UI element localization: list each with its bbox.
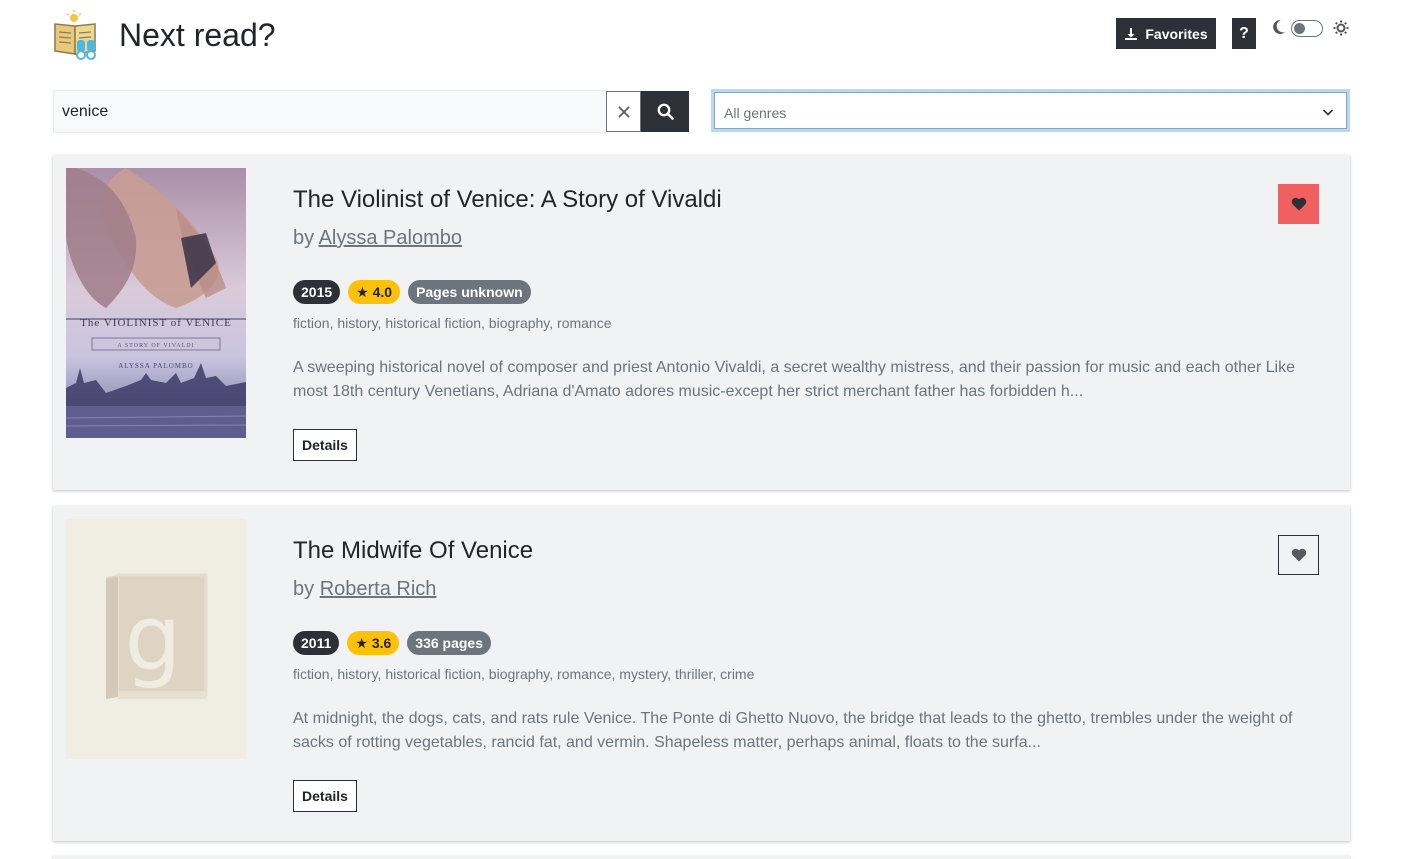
year-badge: 2011 bbox=[293, 631, 340, 655]
pages-badge: Pages unknown bbox=[408, 280, 531, 304]
author-link[interactable]: Alyssa Palombo bbox=[319, 227, 462, 249]
details-button[interactable]: Details bbox=[293, 429, 357, 461]
genre-select[interactable]: All genres bbox=[711, 89, 1350, 132]
download-icon bbox=[1125, 27, 1138, 40]
book-description: At midnight, the dogs, cats, and rats ru… bbox=[293, 710, 1293, 751]
sun-icon bbox=[1333, 20, 1349, 36]
byline-prefix: by bbox=[293, 227, 315, 249]
book-byline: by Alyssa Palombo bbox=[293, 227, 462, 250]
cover-subtitle-text: A STORY OF VIVALDI bbox=[117, 343, 194, 349]
heart-icon bbox=[1291, 548, 1306, 562]
favorite-toggle-button[interactable] bbox=[1278, 184, 1319, 224]
cover-title-text: The VIOLINIST of VENICE bbox=[80, 317, 232, 329]
book-badges: 2011 ★ 3.6 336 pages bbox=[293, 631, 491, 655]
help-button[interactable]: ? bbox=[1232, 18, 1256, 49]
book-cover[interactable]: The VIOLINIST of VENICE A STORY OF VIVAL… bbox=[66, 168, 246, 438]
favorite-toggle-button[interactable] bbox=[1278, 535, 1319, 575]
genre-selected-value: All genres bbox=[724, 105, 787, 121]
rating-badge: ★ 4.0 bbox=[348, 280, 401, 304]
close-icon bbox=[617, 105, 630, 118]
book-card: g The Midwife Of Venice by Roberta Rich … bbox=[53, 506, 1350, 841]
book-genres: fiction, history, historical fiction, bi… bbox=[293, 666, 755, 682]
search-input[interactable] bbox=[53, 90, 607, 133]
pages-badge: 336 pages bbox=[407, 631, 491, 655]
clear-search-button[interactable] bbox=[606, 91, 641, 132]
details-button[interactable]: Details bbox=[293, 780, 357, 812]
search-bar bbox=[53, 90, 689, 133]
byline-prefix: by bbox=[293, 578, 315, 600]
year-badge: 2015 bbox=[293, 280, 341, 304]
moon-icon bbox=[1273, 19, 1285, 34]
book-reading-icon bbox=[53, 10, 101, 60]
chevron-down-icon bbox=[1322, 109, 1334, 116]
heart-icon bbox=[1291, 197, 1306, 211]
app-title: Next read? bbox=[119, 17, 276, 53]
dark-mode-toggle[interactable] bbox=[1291, 20, 1323, 37]
genre-select-border: All genres bbox=[714, 92, 1347, 129]
favorites-button[interactable]: Favorites bbox=[1116, 18, 1216, 49]
search-icon bbox=[657, 103, 674, 120]
placeholder-letter: g bbox=[124, 586, 181, 691]
toggle-knob bbox=[1294, 22, 1305, 34]
rating-badge: ★ 3.6 bbox=[347, 631, 400, 655]
book-card: The VIOLINIST of VENICE A STORY OF VIVAL… bbox=[53, 155, 1350, 490]
book-genres: fiction, history, historical fiction, bi… bbox=[293, 315, 612, 331]
author-link[interactable]: Roberta Rich bbox=[320, 578, 437, 600]
book-description: A sweeping historical novel of composer … bbox=[293, 359, 1296, 400]
book-badges: 2015 ★ 4.0 Pages unknown bbox=[293, 280, 531, 304]
book-title: The Midwife Of Venice bbox=[293, 537, 534, 564]
book-title: The Violinist of Venice: A Story of Viva… bbox=[293, 186, 722, 213]
book-byline: by Roberta Rich bbox=[293, 578, 436, 601]
app-header: Next read? Favorites ? bbox=[53, 8, 1350, 64]
book-cover-placeholder[interactable]: g bbox=[66, 519, 246, 789]
search-button[interactable] bbox=[641, 91, 689, 132]
favorites-label: Favorites bbox=[1145, 25, 1208, 42]
cover-author-text: ALYSSA PALOMBO bbox=[118, 362, 193, 370]
